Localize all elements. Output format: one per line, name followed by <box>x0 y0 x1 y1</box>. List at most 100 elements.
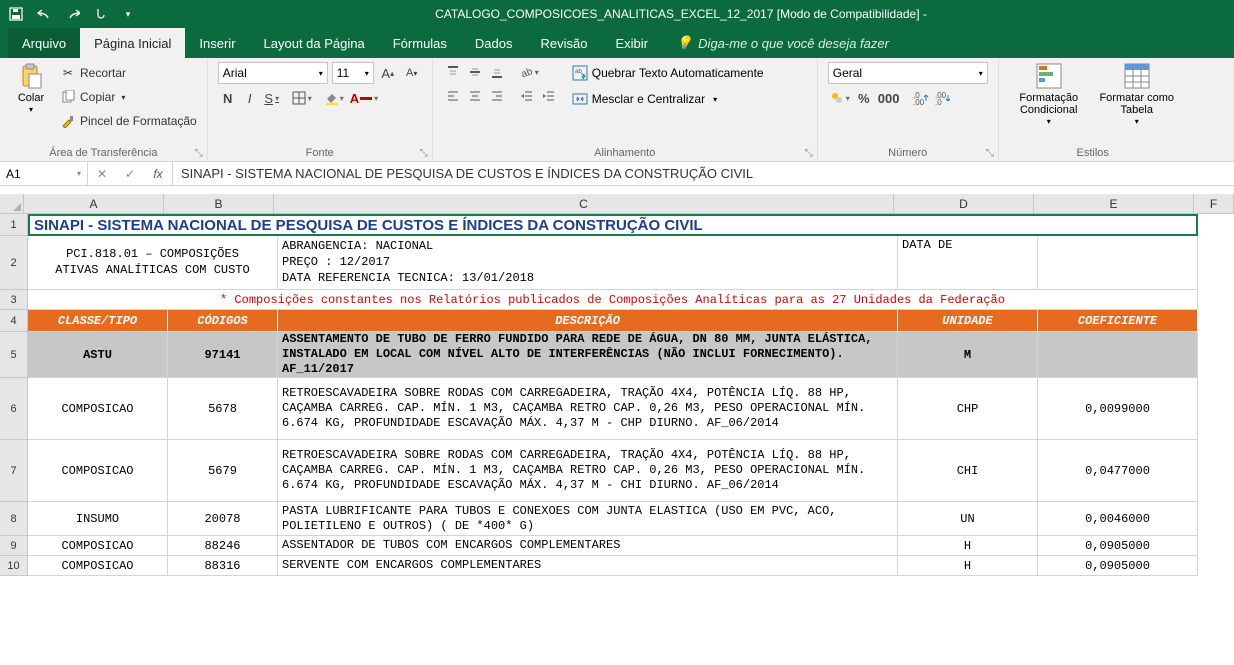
cell-B10[interactable]: 88316 <box>168 556 278 576</box>
redo-icon[interactable] <box>64 6 80 22</box>
align-bottom-button[interactable] <box>487 62 507 82</box>
row-header-3[interactable]: 3 <box>0 290 28 310</box>
format-painter-button[interactable]: Pincel de Formatação <box>60 110 197 132</box>
cell-D8[interactable]: UN <box>898 502 1038 536</box>
underline-button[interactable]: S▾ <box>262 88 282 108</box>
col-header-A[interactable]: A <box>24 194 164 213</box>
cell-A4[interactable]: CLASSE/TIPO <box>28 310 168 332</box>
cell-E6[interactable]: 0,0099000 <box>1038 378 1198 440</box>
tab-file[interactable]: Arquivo <box>8 28 80 58</box>
font-size-combo[interactable]: 11▾ <box>332 62 374 84</box>
dialog-launcher-icon[interactable]: ⤡ <box>805 148 813 159</box>
col-header-D[interactable]: D <box>894 194 1034 213</box>
cell-A5[interactable]: ASTU <box>28 332 168 378</box>
align-top-button[interactable] <box>443 62 463 82</box>
dialog-launcher-icon[interactable]: ⤡ <box>420 148 428 159</box>
col-header-B[interactable]: B <box>164 194 274 213</box>
cell-D2[interactable]: DATA DE <box>898 236 1038 290</box>
cell-D7[interactable]: CHI <box>898 440 1038 502</box>
cancel-formula-button[interactable]: ✕ <box>88 162 116 185</box>
row-header-6[interactable]: 6 <box>0 378 28 440</box>
bold-button[interactable]: N <box>218 88 238 108</box>
wrap-text-button[interactable]: abQuebrar Texto Automaticamente <box>567 62 807 84</box>
row-header-7[interactable]: 7 <box>0 440 28 502</box>
merge-center-button[interactable]: Mesclar e Centralizar▾ <box>567 88 807 110</box>
tab-layout[interactable]: Layout da Página <box>250 28 379 58</box>
cell-A9[interactable]: COMPOSICAO <box>28 536 168 556</box>
cell-E4[interactable]: COEFICIENTE <box>1038 310 1198 332</box>
italic-button[interactable]: I <box>240 88 260 108</box>
tab-data[interactable]: Dados <box>461 28 527 58</box>
cell-E9[interactable]: 0,0905000 <box>1038 536 1198 556</box>
cell-A3[interactable]: * Composições constantes nos Relatórios … <box>28 290 1198 310</box>
cell-E2[interactable] <box>1038 236 1198 290</box>
align-right-button[interactable] <box>487 86 507 106</box>
row-header-8[interactable]: 8 <box>0 502 28 536</box>
cell-B8[interactable]: 20078 <box>168 502 278 536</box>
cell-A7[interactable]: COMPOSICAO <box>28 440 168 502</box>
accept-formula-button[interactable]: ✓ <box>116 162 144 185</box>
cell-E7[interactable]: 0,0477000 <box>1038 440 1198 502</box>
cell-C9[interactable]: ASSENTADOR DE TUBOS COM ENCARGOS COMPLEM… <box>278 536 898 556</box>
cell-C8[interactable]: PASTA LUBRIFICANTE PARA TUBOS E CONEXOES… <box>278 502 898 536</box>
thousand-sep-button[interactable]: 000 <box>876 88 902 108</box>
cell-D10[interactable]: H <box>898 556 1038 576</box>
cell-C6[interactable]: RETROESCAVADEIRA SOBRE RODAS COM CARREGA… <box>278 378 898 440</box>
tab-insert[interactable]: Inserir <box>185 28 249 58</box>
col-header-F[interactable]: F <box>1194 194 1234 213</box>
cell-D4[interactable]: UNIDADE <box>898 310 1038 332</box>
row-header-4[interactable]: 4 <box>0 310 28 332</box>
cell-D9[interactable]: H <box>898 536 1038 556</box>
row-header-9[interactable]: 9 <box>0 536 28 556</box>
paste-button[interactable]: Colar ▾ <box>10 62 52 115</box>
save-icon[interactable] <box>8 6 24 22</box>
tab-view[interactable]: Exibir <box>601 28 662 58</box>
align-left-button[interactable] <box>443 86 463 106</box>
qat-dropdown-icon[interactable]: ▾ <box>120 6 136 22</box>
row-header-10[interactable]: 10 <box>0 556 28 576</box>
cell-C2[interactable]: ABRANGENCIA: NACIONAL PREÇO : 12/2017 DA… <box>278 236 898 290</box>
name-box[interactable]: A1▾ <box>0 162 88 185</box>
cell-B6[interactable]: 5678 <box>168 378 278 440</box>
undo-icon[interactable] <box>36 6 52 22</box>
cell-A10[interactable]: COMPOSICAO <box>28 556 168 576</box>
cell-E5[interactable] <box>1038 332 1198 378</box>
cell-A6[interactable]: COMPOSICAO <box>28 378 168 440</box>
col-header-E[interactable]: E <box>1034 194 1194 213</box>
row-header-2[interactable]: 2 <box>0 236 28 290</box>
format-as-table-button[interactable]: Formatar como Tabela▾ <box>1097 62 1177 127</box>
touch-mode-icon[interactable] <box>92 6 108 22</box>
decrease-indent-button[interactable] <box>517 86 537 106</box>
cell-A8[interactable]: INSUMO <box>28 502 168 536</box>
cell-B7[interactable]: 5679 <box>168 440 278 502</box>
align-middle-button[interactable] <box>465 62 485 82</box>
decrease-decimal-button[interactable]: ,00,0 <box>933 88 953 108</box>
cell-C10[interactable]: SERVENTE COM ENCARGOS COMPLEMENTARES <box>278 556 898 576</box>
formula-input[interactable]: SINAPI - SISTEMA NACIONAL DE PESQUISA DE… <box>173 162 1234 185</box>
cell-C4[interactable]: DESCRIÇÃO <box>278 310 898 332</box>
tab-review[interactable]: Revisão <box>527 28 602 58</box>
cell-E10[interactable]: 0,0905000 <box>1038 556 1198 576</box>
increase-decimal-button[interactable]: ,0,00 <box>911 88 931 108</box>
copy-button[interactable]: Copiar▾ <box>60 86 197 108</box>
cell-D5[interactable]: M <box>898 332 1038 378</box>
cell-B5[interactable]: 97141 <box>168 332 278 378</box>
increase-indent-button[interactable] <box>539 86 559 106</box>
borders-button[interactable]: ▾ <box>290 88 314 108</box>
row-header-5[interactable]: 5 <box>0 332 28 378</box>
align-center-button[interactable] <box>465 86 485 106</box>
fx-button[interactable]: fx <box>144 162 172 185</box>
select-all-button[interactable] <box>0 194 24 214</box>
tab-formulas[interactable]: Fórmulas <box>379 28 461 58</box>
cell-A2[interactable]: PCI.818.01 – COMPOSIÇÕES ATIVAS ANALÍTIC… <box>28 236 278 290</box>
cell-C5[interactable]: ASSENTAMENTO DE TUBO DE FERRO FUNDIDO PA… <box>278 332 898 378</box>
tell-me[interactable]: 💡 Diga-me o que você deseja fazer <box>662 28 903 58</box>
percent-button[interactable]: % <box>854 88 874 108</box>
decrease-font-button[interactable]: A▾ <box>402 63 422 83</box>
cell-B9[interactable]: 88246 <box>168 536 278 556</box>
dialog-launcher-icon[interactable]: ⤡ <box>195 148 203 159</box>
tab-home[interactable]: Página Inicial <box>80 28 185 58</box>
row-header-1[interactable]: 1 <box>0 214 28 236</box>
orientation-button[interactable]: ab▾ <box>517 62 541 82</box>
fill-color-button[interactable]: ▾ <box>322 88 346 108</box>
